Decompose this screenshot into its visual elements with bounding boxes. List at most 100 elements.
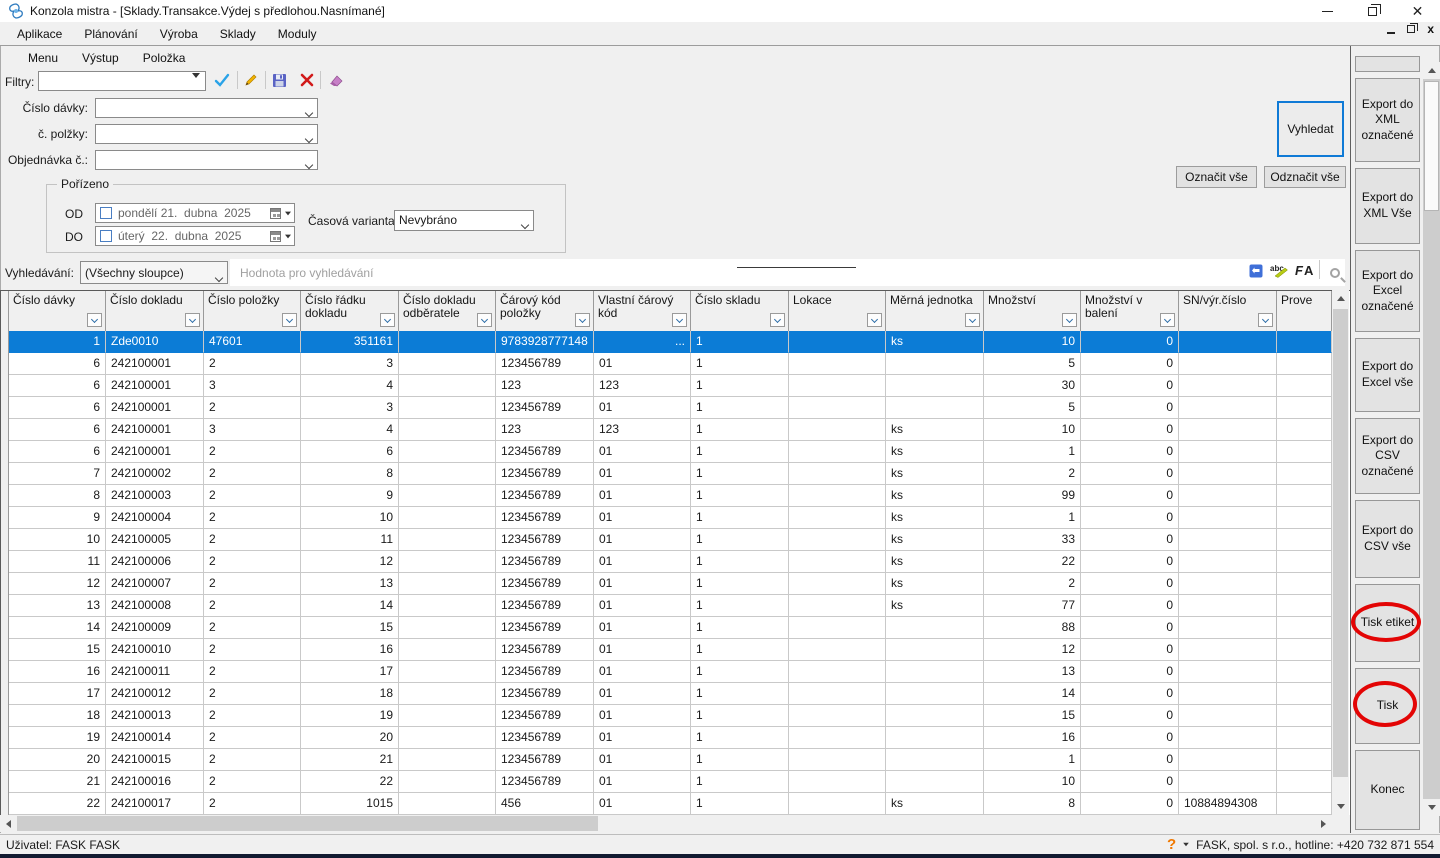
partial-button[interactable] <box>1355 56 1420 72</box>
table-row[interactable]: 624210000126123456789011ks10 <box>9 441 1333 463</box>
column-header-13[interactable]: SN/výr.číslo <box>1179 291 1277 331</box>
column-filter-icon[interactable] <box>1258 313 1273 327</box>
table-row[interactable]: 1Zde0010476013511619783928777148...1ks10… <box>9 331 1333 353</box>
table-row[interactable]: 724210000228123456789011ks20 <box>9 463 1333 485</box>
search-mini-input[interactable] <box>737 252 856 268</box>
scroll-up-icon[interactable] <box>1423 62 1440 79</box>
menu-planovani[interactable]: Plánování <box>73 27 148 41</box>
mdi-restore-icon[interactable] <box>1407 25 1415 33</box>
od-date-picker[interactable]: pondělí 21. dubna 2025 <box>95 203 295 223</box>
table-row[interactable]: 824210000329123456789011ks990 <box>9 485 1333 507</box>
table-row[interactable]: 2024210001522112345678901110 <box>9 749 1333 771</box>
column-filter-icon[interactable] <box>87 313 102 327</box>
column-filter-icon[interactable] <box>965 313 980 327</box>
minimize-icon[interactable] <box>1305 0 1350 22</box>
do-checkbox[interactable] <box>100 230 112 242</box>
edit-pencil-icon[interactable] <box>240 70 260 90</box>
search-column-combobox[interactable]: (Všechny sloupce) <box>80 261 228 284</box>
grid-vertical-scrollbar[interactable] <box>1332 290 1349 815</box>
column-filter-icon[interactable] <box>770 313 785 327</box>
search-magnifier-icon[interactable] <box>1325 263 1345 283</box>
cislo-davky-combobox[interactable] <box>95 98 318 118</box>
close-icon[interactable]: ✕ <box>1395 0 1440 22</box>
table-row[interactable]: 16242100011217123456789011130 <box>9 661 1333 683</box>
tisk-button[interactable]: Tisk <box>1355 668 1420 744</box>
export-excel-oznacene-button[interactable]: Export do Excel označené <box>1355 250 1420 332</box>
menu-polozka[interactable]: Položka <box>131 51 198 65</box>
spellcheck-abc-icon[interactable]: abc <box>1268 260 1294 280</box>
column-filter-icon[interactable] <box>1160 313 1175 327</box>
scroll-right-icon[interactable] <box>1315 815 1332 832</box>
panel-scrollbar[interactable] <box>1423 62 1440 816</box>
column-filter-icon[interactable] <box>185 313 200 327</box>
column-filter-icon[interactable] <box>477 313 492 327</box>
odznacit-vse-button[interactable]: Odznačit vše <box>1264 166 1346 188</box>
export-excel-vse-button[interactable]: Export do Excel vše <box>1355 338 1420 412</box>
column-filter-icon[interactable] <box>282 313 297 327</box>
export-csv-vse-button[interactable]: Export do CSV vše <box>1355 500 1420 578</box>
column-header-8[interactable]: Číslo skladu <box>691 291 789 331</box>
column-filter-icon[interactable] <box>672 313 687 327</box>
column-header-10[interactable]: Měrná jednotka <box>886 291 984 331</box>
tisk-etiket-button[interactable]: Tisk etiket <box>1355 584 1420 662</box>
export-csv-oznacene-button[interactable]: Export do CSV označené <box>1355 418 1420 494</box>
mdi-close-icon[interactable]: x <box>1427 24 1434 34</box>
help-icon[interactable]: ? <box>1167 837 1176 852</box>
column-filter-icon[interactable] <box>575 313 590 327</box>
table-row[interactable]: 2224210001721015456011ks8010884894308 <box>9 793 1333 815</box>
konec-button[interactable]: Konec <box>1355 750 1420 830</box>
clear-eraser-icon[interactable] <box>326 70 346 90</box>
vyhledat-button[interactable]: Vyhledat <box>1277 101 1344 157</box>
oznacit-vse-button[interactable]: Označit vše <box>1176 166 1257 188</box>
scrollbar-thumb[interactable] <box>1424 81 1439 211</box>
table-row[interactable]: 21242100016222123456789011100 <box>9 771 1333 793</box>
mdi-minimize-icon[interactable] <box>1387 32 1395 34</box>
column-header-9[interactable]: Lokace <box>789 291 886 331</box>
column-header-1[interactable]: Číslo dávky <box>9 291 106 331</box>
column-header-7[interactable]: Vlastní čárový kód <box>594 291 691 331</box>
table-row[interactable]: 10242100005211123456789011ks330 <box>9 529 1333 551</box>
menu-sklady[interactable]: Sklady <box>209 27 267 41</box>
menu-aplikace[interactable]: Aplikace <box>6 27 73 41</box>
restore-icon[interactable] <box>1350 0 1395 22</box>
scrollbar-thumb[interactable] <box>1333 309 1348 777</box>
table-row[interactable]: 15242100010216123456789011120 <box>9 639 1333 661</box>
menu-menu[interactable]: Menu <box>16 51 70 65</box>
export-xml-oznacene-button[interactable]: Export do XML označené <box>1355 78 1420 162</box>
column-header-6[interactable]: Čárový kód položky <box>496 291 594 331</box>
paste-undo-icon[interactable] <box>1246 261 1266 281</box>
od-checkbox[interactable] <box>100 207 112 219</box>
table-row[interactable]: 6242100001341231231300 <box>9 375 1333 397</box>
table-row[interactable]: 62421000012312345678901150 <box>9 353 1333 375</box>
scroll-down-icon[interactable] <box>1332 798 1349 815</box>
table-row[interactable]: 13242100008214123456789011ks770 <box>9 595 1333 617</box>
scrollbar-thumb[interactable] <box>17 816 598 831</box>
font-case-icon[interactable]: FA <box>1294 260 1318 280</box>
casova-varianta-combobox[interactable]: Nevybráno <box>394 210 534 231</box>
table-row[interactable]: 62421000012312345678901150 <box>9 397 1333 419</box>
table-row[interactable]: 17242100012218123456789011140 <box>9 683 1333 705</box>
do-calendar-icon[interactable] <box>264 228 292 244</box>
column-header-11[interactable]: Množství <box>984 291 1081 331</box>
export-xml-vse-button[interactable]: Export do XML Vše <box>1355 168 1420 244</box>
column-header-5[interactable]: Číslo dokladu odběratele <box>399 291 496 331</box>
menu-moduly[interactable]: Moduly <box>267 27 328 41</box>
od-calendar-icon[interactable] <box>264 205 292 221</box>
menu-vyroba[interactable]: Výroba <box>149 27 209 41</box>
table-row[interactable]: 14242100009215123456789011880 <box>9 617 1333 639</box>
column-header-4[interactable]: Číslo řádku dokladu <box>301 291 399 331</box>
table-row[interactable]: 6242100001341231231ks100 <box>9 419 1333 441</box>
column-filter-icon[interactable] <box>380 313 395 327</box>
column-header-3[interactable]: Číslo položky <box>204 291 301 331</box>
column-header-12[interactable]: Množství v balení <box>1081 291 1179 331</box>
delete-x-icon[interactable] <box>297 70 317 90</box>
scroll-up-icon[interactable] <box>1332 290 1349 307</box>
apply-check-icon[interactable] <box>212 70 232 90</box>
column-header-14[interactable]: Prove <box>1277 291 1332 331</box>
objednavka-combobox[interactable] <box>95 150 318 170</box>
table-row[interactable]: 9242100004210123456789011ks10 <box>9 507 1333 529</box>
save-floppy-icon[interactable] <box>269 70 289 90</box>
help-chevron-icon[interactable] <box>1183 843 1189 847</box>
filter-preset-combobox[interactable] <box>38 71 206 91</box>
c-polozky-combobox[interactable] <box>95 124 318 144</box>
